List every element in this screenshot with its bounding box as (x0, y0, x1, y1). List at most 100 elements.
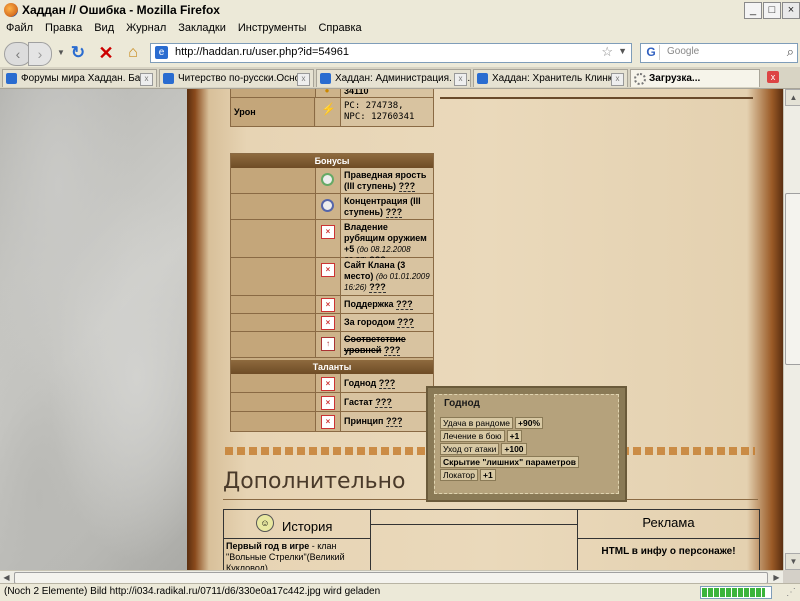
maximize-button[interactable]: □ (763, 2, 781, 19)
talents-header: Таланты (231, 360, 433, 374)
bonus-info-link[interactable]: ??? (397, 317, 414, 328)
talent-row[interactable]: × Принцип ??? (231, 412, 433, 431)
bonus-row[interactable]: ↑ Соответствие уровней ??? (231, 332, 433, 358)
search-icon[interactable]: ⌕ (787, 44, 794, 60)
tab-forums[interactable]: Форумы мира Хаддан. Бан x (2, 69, 157, 87)
history-dropdown-icon[interactable]: ▼ (56, 42, 66, 64)
scroll-up-icon[interactable]: ▲ (785, 89, 800, 106)
search-placeholder: Google (667, 46, 700, 57)
tooltip-line: Удача в рандоме +90% (440, 417, 544, 429)
history-text: Первый год в игре - клан "Вольные Стрелк… (226, 541, 366, 570)
arrow-up-icon: ↑ (321, 337, 335, 351)
bonus-info-link[interactable]: ??? (369, 282, 386, 293)
address-bar[interactable]: e http://haddan.ru/user.php?id=54961 ☆ ▼ (150, 43, 632, 63)
lightning-icon: ⚡ (321, 102, 336, 116)
status-bar: (Noch 2 Elemente) Bild http://i034.radik… (0, 583, 800, 601)
bonus-row[interactable]: × Сайт Клана (3 место) (до 01.01.2009 16… (231, 258, 433, 296)
close-tab-button[interactable]: x (767, 71, 779, 83)
stop-icon[interactable]: ✕ (96, 42, 116, 64)
missing-image-icon: × (321, 298, 335, 312)
menu-tools[interactable]: Инструменты (232, 20, 313, 37)
tooltip-title: Годнод (444, 398, 480, 409)
talent-row[interactable]: × Гастат ??? (231, 393, 433, 412)
reload-icon[interactable]: ↻ (68, 42, 88, 64)
page-viewport: ● 34110 Урон ⚡ PC: 274738, NPC: 12760341… (0, 89, 783, 570)
tab-label: Хаддан: Администрация. П... (335, 73, 471, 84)
tab-cheating[interactable]: Читерство по-русски.Осно... x (159, 69, 314, 87)
tab-favicon-icon (477, 73, 488, 84)
stats-row: ● 34110 (231, 89, 433, 98)
menu-edit[interactable]: Правка (39, 20, 88, 37)
stats-row-damage: Урон ⚡ PC: 274738, NPC: 12760341 (231, 98, 433, 126)
menu-bar: Файл Правка Вид Журнал Закладки Инструменты Сп… (0, 20, 800, 37)
missing-image-icon: × (321, 225, 335, 239)
bonus-info-link[interactable]: ??? (398, 181, 416, 192)
tab-label: Хаддан: Хранитель Клинка (492, 73, 618, 84)
menu-history[interactable]: Журнал (120, 20, 172, 37)
minimize-button[interactable]: _ (744, 2, 762, 19)
forward-button[interactable]: › (28, 42, 52, 66)
firefox-icon (4, 3, 18, 17)
bonus-row[interactable]: × Поддержка ??? (231, 296, 433, 314)
resize-grip-icon[interactable]: ⋰ (786, 587, 796, 598)
missing-image-icon: × (321, 377, 335, 391)
tooltip-line: Уход от атаки +100 (440, 443, 527, 455)
tab-close-icon[interactable]: x (611, 73, 624, 86)
history-bold: Первый год в игре (226, 541, 310, 551)
bonus-title: Поддержка (344, 299, 394, 309)
tab-close-icon[interactable]: x (140, 73, 153, 86)
search-engine-icon[interactable]: G (643, 45, 660, 60)
scroll-thumb[interactable] (785, 193, 800, 365)
tab-favicon-icon (320, 73, 331, 84)
talent-info-link[interactable]: ??? (375, 397, 392, 408)
tab-close-icon[interactable]: x (454, 73, 467, 86)
stone-background (0, 89, 195, 570)
menu-file[interactable]: Файл (0, 20, 39, 37)
concentration-icon (321, 199, 334, 212)
bonus-row[interactable]: × За городом ??? (231, 314, 433, 332)
scroll-down-icon[interactable]: ▼ (785, 553, 800, 570)
divider (440, 97, 753, 99)
scroll-character-icon: ☺ (256, 514, 274, 532)
tab-loading[interactable]: Загрузка... (630, 69, 760, 87)
window-title: Хаддан // Ошибка - Mozilla Firefox (22, 3, 220, 17)
home-icon[interactable]: ⌂ (122, 42, 144, 64)
ad-link[interactable]: HTML в инфу о персонаже! (578, 546, 759, 557)
stat-value: 34110 (341, 89, 433, 97)
bonus-info-link[interactable]: ??? (385, 207, 403, 218)
talent-row[interactable]: × Годнод ??? (231, 374, 433, 393)
loading-progress-bar (700, 586, 772, 599)
tab-label: Форумы мира Хаддан. Бан (21, 73, 146, 84)
tooltip-line: Скрытие "лишних" параметров (440, 456, 579, 468)
tab-blade-keeper[interactable]: Хаддан: Хранитель Клинка x (473, 69, 628, 87)
close-button[interactable]: × (782, 2, 800, 19)
status-text: (Noch 2 Elemente) Bild http://i034.radik… (4, 586, 381, 597)
talent-title: Принцип (344, 416, 384, 426)
bonuses-table: Бонусы Праведная ярость (III ступень) ??… (230, 153, 434, 432)
bookmark-star-icon[interactable]: ☆ (601, 44, 613, 60)
bonus-row[interactable]: Концентрация (III ступень) ??? (231, 194, 433, 220)
bonus-info-link[interactable]: ??? (396, 299, 413, 310)
history-title: История (282, 519, 333, 534)
bonus-info-link[interactable]: ??? (383, 345, 401, 356)
tab-administration[interactable]: Хаддан: Администрация. П... x (316, 69, 471, 87)
vertical-scrollbar[interactable]: ▲ ▼ (783, 89, 800, 570)
search-box[interactable]: G Google ⌕ (640, 43, 798, 63)
bonus-row[interactable]: Праведная ярость (III ступень) ??? (231, 168, 433, 194)
horizontal-scrollbar[interactable]: ◀ ▶ (0, 570, 783, 584)
bonus-row[interactable]: × Владение рубящим оружием +5 (до 08.12.… (231, 220, 433, 266)
missing-image-icon: × (321, 316, 335, 330)
section-heading: Дополнительно (223, 469, 406, 494)
gold-icon: ● (324, 89, 330, 95)
tooltip-line: Лечение в бою +1 (440, 430, 523, 442)
talent-info-link[interactable]: ??? (378, 378, 396, 389)
talent-info-link[interactable]: ??? (385, 416, 403, 427)
url-dropdown-icon[interactable]: ▼ (618, 46, 627, 56)
bonuses-header: Бонусы (231, 154, 433, 168)
menu-bookmarks[interactable]: Закладки (172, 20, 232, 37)
menu-help[interactable]: Справка (312, 20, 367, 37)
additional-table: ☺ История Реклама Первый год в игре - кл… (223, 509, 760, 570)
middle-header (371, 510, 577, 525)
tab-close-icon[interactable]: x (297, 73, 310, 86)
menu-view[interactable]: Вид (88, 20, 120, 37)
